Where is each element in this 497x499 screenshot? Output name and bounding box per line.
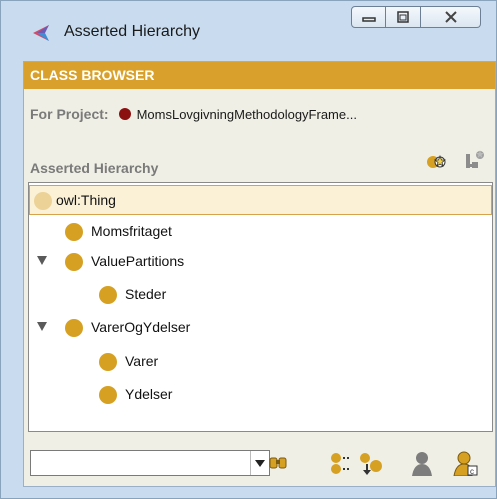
class-icon (34, 192, 52, 210)
close-icon (444, 11, 457, 23)
app-icon (33, 25, 49, 41)
expand-toggle-icon[interactable] (37, 256, 47, 265)
bottom-toolbar: c (24, 440, 495, 486)
project-label: For Project: (30, 106, 109, 122)
tree-row-momsfritaget[interactable]: Momsfritaget (29, 217, 492, 247)
tree-row-varer[interactable]: Varer (29, 347, 492, 377)
move-down-icon[interactable] (358, 450, 384, 476)
class-icon (99, 386, 117, 404)
class-tree[interactable]: owl:Thing Momsfritaget ValuePartitions S… (28, 182, 493, 432)
restore-icon (397, 11, 409, 23)
search-combo[interactable] (30, 450, 270, 476)
find-icon[interactable] (266, 450, 292, 476)
tree-row-valuepartitions[interactable]: ValuePartitions (29, 247, 492, 277)
tree-row-label: ValuePartitions (91, 253, 185, 269)
tree-row-owl-thing[interactable]: owl:Thing (29, 185, 492, 215)
class-icon (99, 286, 117, 304)
tree-row-label: Varer (125, 353, 159, 369)
svg-text:c: c (470, 467, 474, 476)
class-icon (65, 253, 83, 271)
tree-row-label: Steder (125, 286, 167, 302)
close-button[interactable] (421, 6, 481, 28)
tree-row-label: VarerOgYdelser (91, 319, 191, 335)
create-subclass-icon[interactable] (424, 150, 448, 172)
title-bar[interactable]: Asserted Hierarchy (1, 1, 496, 49)
project-name: MomsLovgivningMethodologyFrame... (136, 107, 357, 122)
section-title: Asserted Hierarchy (30, 160, 159, 176)
tree-row-ydelser[interactable]: Ydelser (29, 380, 492, 410)
tree-row-varerogydelser[interactable]: VarerOgYdelser (29, 313, 492, 343)
add-subclass-icon[interactable] (328, 450, 354, 476)
class-icon (99, 353, 117, 371)
minimize-button[interactable] (351, 6, 386, 28)
tree-row-label: Ydelser (125, 386, 173, 402)
tree-row-label: Momsfritaget (91, 223, 172, 239)
class-browser-panel: CLASS BROWSER For Project: MomsLovgivning… (23, 61, 496, 487)
tree-row-label: owl:Thing (56, 192, 116, 208)
person-icon[interactable] (408, 450, 434, 476)
window-controls (351, 6, 481, 30)
create-sibling-icon[interactable] (462, 148, 488, 174)
class-icon (65, 319, 83, 337)
class-icon (65, 223, 83, 241)
project-info: For Project: MomsLovgivningMethodologyFra… (30, 106, 490, 122)
expand-toggle-icon[interactable] (37, 322, 47, 331)
project-icon (118, 108, 131, 120)
minimize-icon (361, 17, 376, 22)
person-key-icon[interactable]: c (452, 450, 478, 476)
tree-row-steder[interactable]: Steder (29, 280, 492, 310)
restore-button[interactable] (386, 6, 421, 28)
class-browser-header: CLASS BROWSER (24, 62, 495, 89)
asserted-hierarchy-window: Asserted Hierarchy CLASS BROWSER For Pro… (0, 0, 497, 499)
window-title: Asserted Hierarchy (64, 23, 201, 40)
